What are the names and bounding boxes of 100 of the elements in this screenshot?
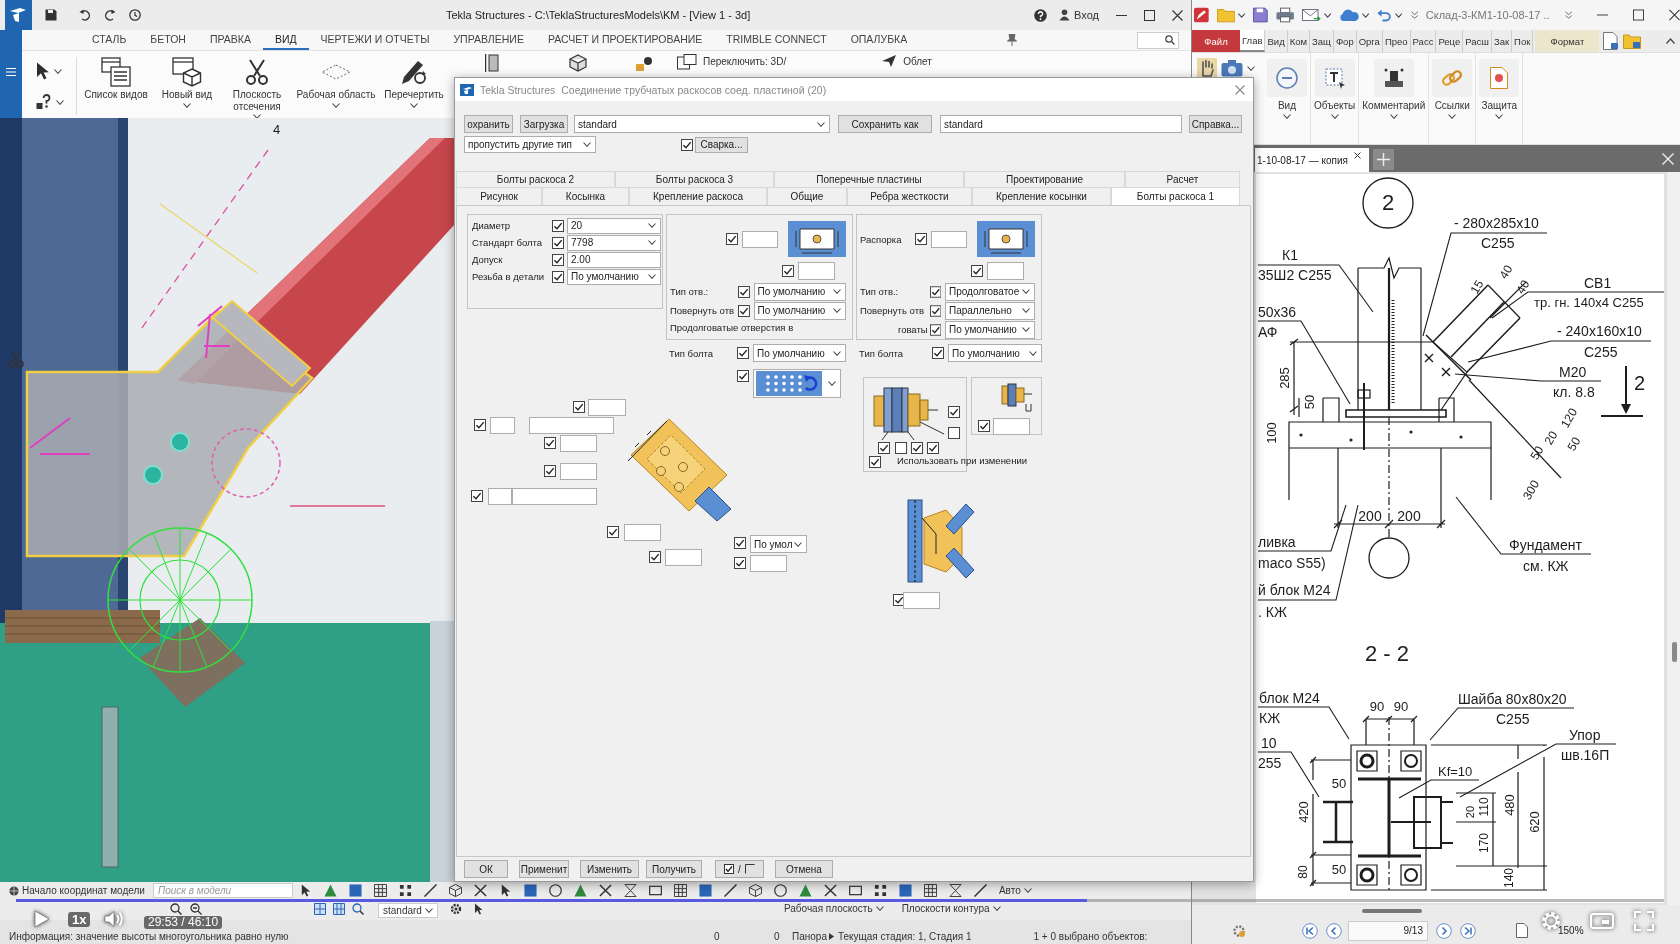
- dialog-button[interactable]: Получить: [646, 860, 702, 878]
- input-field[interactable]: [931, 230, 967, 248]
- ribbon-tab[interactable]: Орга: [1356, 30, 1383, 52]
- login-link[interactable]: Вход: [1074, 9, 1099, 21]
- checkbox[interactable]: [948, 406, 960, 418]
- checkbox[interactable]: [929, 285, 941, 298]
- checkbox[interactable]: [869, 456, 881, 468]
- ribbon-tab[interactable]: Расш: [1463, 30, 1492, 52]
- hourglass-icon[interactable]: [948, 884, 962, 897]
- square-icon[interactable]: [898, 884, 912, 897]
- ribbon-tab[interactable]: УПРАВЛЕНИЕ: [441, 30, 536, 50]
- ribbon-tab[interactable]: Реце: [1436, 30, 1464, 52]
- dots-icon[interactable]: [873, 884, 887, 897]
- grid-icon[interactable]: [333, 903, 345, 915]
- checkbox[interactable]: [971, 265, 983, 277]
- folder-icon[interactable]: [1623, 33, 1642, 49]
- ribbon-tab[interactable]: СТАЛЬ: [80, 30, 139, 50]
- dialog-tab[interactable]: Общие: [767, 187, 847, 205]
- undo-icon[interactable]: [79, 9, 91, 21]
- chevron-icon[interactable]: [1411, 10, 1419, 20]
- app-icon[interactable]: [1194, 7, 1209, 23]
- page-number-field[interactable]: 9/13: [1348, 920, 1428, 941]
- document-icon[interactable]: [1603, 32, 1620, 50]
- camera-icon[interactable]: [1221, 59, 1243, 77]
- zoom-field[interactable]: 150%: [1558, 925, 1584, 936]
- ribbon-button[interactable]: Вид: [1264, 53, 1311, 145]
- view-switch-icon[interactable]: [677, 54, 697, 70]
- checkbox[interactable]: [649, 551, 661, 563]
- cross-icon[interactable]: [823, 884, 837, 897]
- ribbon-button[interactable]: Комментарий: [1359, 53, 1430, 145]
- rectangle-icon[interactable]: [485, 54, 499, 72]
- search-field[interactable]: [1137, 31, 1179, 49]
- envelope-icon[interactable]: [1302, 7, 1321, 23]
- square-icon[interactable]: [698, 884, 712, 897]
- add-tab-icon[interactable]: [1373, 149, 1394, 170]
- cube-icon[interactable]: [569, 54, 587, 72]
- value-dropdown[interactable]: 7798: [567, 234, 661, 251]
- volume-icon[interactable]: [104, 910, 124, 928]
- dialog-button[interactable]: Отмена: [775, 860, 833, 878]
- square-icon[interactable]: [348, 884, 362, 897]
- page-icon[interactable]: [1516, 923, 1528, 938]
- ribbon-button[interactable]: Рабочая область: [294, 51, 378, 121]
- pointer-icon[interactable]: [36, 62, 50, 80]
- checkbox[interactable]: [782, 265, 794, 277]
- checkbox[interactable]: [915, 233, 927, 245]
- ribbon-tab[interactable]: Глав: [1240, 30, 1266, 52]
- checkbox[interactable]: [929, 323, 942, 336]
- ribbon-button[interactable]: Плоскость отсечения: [225, 51, 289, 121]
- checkbox[interactable]: [726, 233, 738, 245]
- cube-icon[interactable]: [748, 884, 762, 897]
- value-dropdown[interactable]: По умолчанию: [753, 344, 846, 362]
- bolt-pattern-dropdown[interactable]: [753, 369, 841, 398]
- checkbox[interactable]: [737, 304, 750, 317]
- value-dropdown[interactable]: По умолчанию: [945, 320, 1035, 339]
- square-icon[interactable]: [523, 884, 537, 897]
- input-field[interactable]: [512, 488, 597, 505]
- cross-icon[interactable]: [598, 884, 612, 897]
- document-tab[interactable]: 1-10-08-17 — копия: [1255, 148, 1369, 172]
- save-icon[interactable]: [45, 9, 57, 21]
- triangle-icon[interactable]: [798, 884, 812, 897]
- zoom-icon[interactable]: [170, 903, 182, 915]
- zoom-icon[interactable]: [190, 903, 202, 915]
- checkbox[interactable]: [607, 526, 619, 538]
- toggle-checkboxes-button[interactable]: /: [715, 860, 764, 878]
- input-field[interactable]: [987, 262, 1024, 280]
- checkbox[interactable]: [948, 427, 960, 439]
- play-icon[interactable]: [34, 910, 50, 928]
- magnifier-icon[interactable]: [352, 903, 364, 915]
- dialog-tab[interactable]: Крепление раскоса: [629, 187, 767, 205]
- checkbox[interactable]: [978, 420, 990, 432]
- input-field[interactable]: [624, 524, 661, 541]
- floppy-icon[interactable]: [1253, 7, 1268, 23]
- input-field[interactable]: [560, 435, 597, 452]
- save-as-button[interactable]: Сохранить как: [838, 115, 932, 133]
- checkbox[interactable]: [552, 219, 564, 232]
- close-icon[interactable]: [1353, 152, 1361, 159]
- input-field[interactable]: [742, 230, 778, 248]
- input-field[interactable]: [490, 417, 515, 434]
- checkbox[interactable]: [552, 236, 564, 249]
- value-dropdown[interactable]: 20: [567, 217, 661, 234]
- checkbox[interactable]: [544, 437, 556, 449]
- caret-up-icon[interactable]: [1666, 38, 1675, 44]
- contour-planes-dropdown[interactable]: Плоскости контура: [901, 903, 1001, 914]
- ribbon-tab[interactable]: РАСЧЕТ И ПРОЕКТИРОВАНИЕ: [535, 30, 715, 50]
- checkbox[interactable]: [474, 419, 486, 431]
- value-dropdown[interactable]: По умолчанию: [948, 344, 1042, 362]
- ribbon-button[interactable]: Защита: [1476, 53, 1524, 145]
- help-icon[interactable]: [1034, 8, 1048, 22]
- circle-icon[interactable]: [548, 884, 562, 897]
- scrollbar[interactable]: [1666, 172, 1680, 905]
- pointer-icon[interactable]: [473, 903, 484, 915]
- load-button[interactable]: Загрузка: [520, 115, 568, 133]
- plane-icon[interactable]: [881, 54, 898, 68]
- value-dropdown[interactable]: По умол: [750, 535, 807, 553]
- dialog-tab[interactable]: Поперечные пластины: [774, 171, 964, 187]
- checkbox[interactable]: [911, 442, 923, 454]
- help-cursor-icon[interactable]: [36, 94, 52, 110]
- ribbon-tab[interactable]: Ком: [1287, 30, 1311, 52]
- close-icon[interactable]: [1669, 9, 1680, 21]
- bolt-hole-icon[interactable]: [977, 221, 1035, 257]
